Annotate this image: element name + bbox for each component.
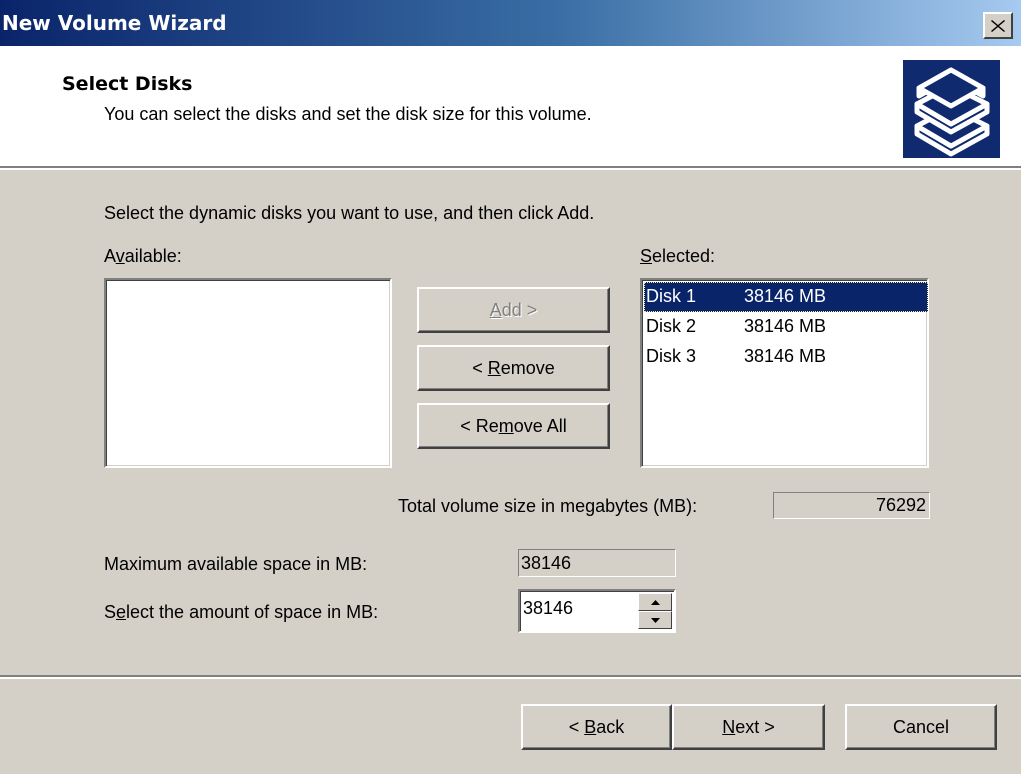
back-button[interactable]: < Back [521,704,672,750]
selected-label: Selected: [640,246,716,266]
cancel-button[interactable]: Cancel [845,704,997,750]
chevron-up-icon [650,599,660,605]
max-space-value: 38146 [518,549,676,577]
amount-stepper[interactable]: 38146 [518,589,676,633]
wizard-window: New Volume Wizard Select Disks You can s… [0,0,1021,774]
spin-down-button[interactable] [638,611,672,629]
disk-name: Disk 1 [646,286,697,306]
disk-name: Disk 2 [646,316,697,336]
list-item[interactable]: Disk 3 38146 MB [644,342,928,372]
page-subtitle: You can select the disks and set the dis… [104,104,592,124]
remove-all-button[interactable]: < Re m ove All [417,403,610,449]
total-size-label: Total volume size in megabytes (MB): [398,496,698,516]
page-title: Select Disks [62,73,193,95]
window-title: New Volume Wizard [2,11,227,35]
close-button[interactable] [983,12,1013,39]
close-icon [991,19,1005,32]
disk-size: 38146 MB [744,346,827,366]
max-space-label: Maximum available space in MB: [104,554,368,574]
amount-input[interactable]: 38146 [523,598,573,619]
chevron-down-icon [650,617,660,623]
title-bar[interactable]: New Volume Wizard [0,0,1021,46]
list-item[interactable]: Disk 2 38146 MB [644,312,928,342]
disk-size: 38146 MB [744,316,827,336]
available-disks-list[interactable] [104,278,392,468]
next-button[interactable]: Next > [672,704,825,750]
available-label: Available: [104,246,182,266]
total-size-value: 76292 [773,492,930,519]
stacked-disks-icon [903,60,1000,158]
disk-size: 38146 MB [744,286,827,306]
list-item[interactable]: Disk 1 38146 MB [644,282,928,312]
add-button[interactable]: Add > [417,287,610,333]
amount-label: Select the amount of space in MB: [104,602,379,622]
spin-up-button[interactable] [638,593,672,611]
instruction-text: Select the dynamic disks you want to use… [104,203,595,223]
disk-name: Disk 3 [646,346,697,366]
wizard-header: Select Disks You can select the disks an… [0,46,1021,166]
selected-disks-list[interactable]: Disk 1 38146 MB Disk 2 38146 MB Disk 3 3… [640,278,929,468]
remove-button[interactable]: < Remove [417,345,610,391]
